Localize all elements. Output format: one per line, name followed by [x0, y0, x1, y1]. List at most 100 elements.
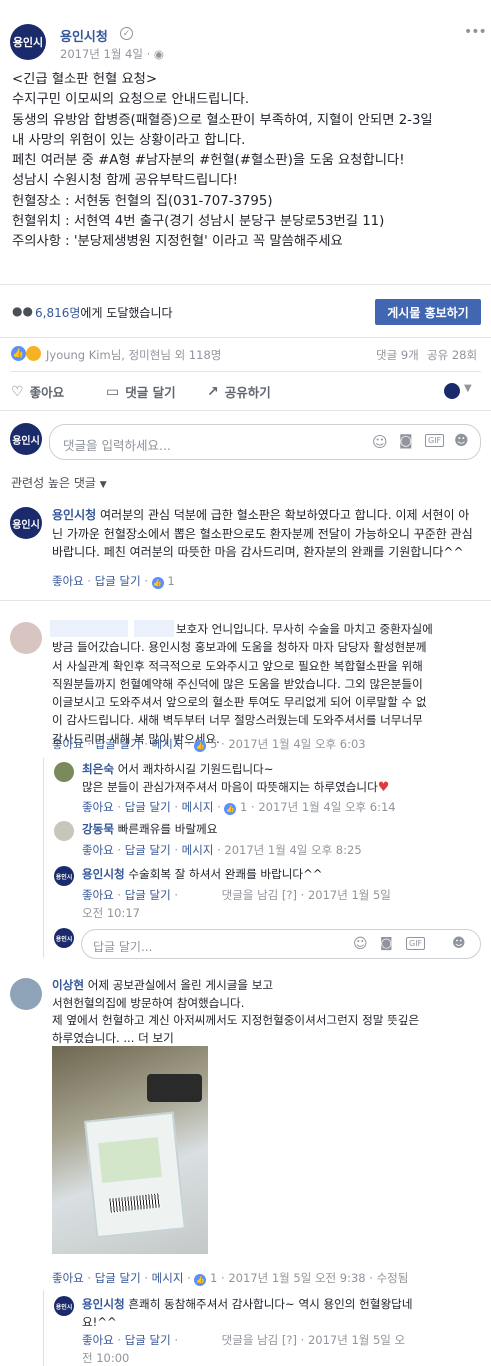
reach-text: 6,816명에게 도달했습니다 — [35, 306, 173, 320]
comment-time[interactable]: 2017년 1월 4일 오후 6:03 — [228, 737, 365, 751]
reply-author[interactable]: 용인시청 — [82, 1297, 125, 1311]
reply-time[interactable]: 2017년 1월 4일 오후 8:25 — [224, 843, 361, 857]
reply-body: 최은숙 어서 쾌차하시길 기원드립니다~ 많은 분들이 관심가져주셔서 마음이 … — [82, 762, 390, 795]
sad-reaction-icon[interactable] — [26, 346, 41, 361]
reply-reply-link[interactable]: 답글 달기 — [125, 800, 171, 814]
reply-time[interactable]: 2017년 1월 5일 — [308, 888, 391, 902]
comments-count[interactable]: 댓글 9개 — [376, 347, 419, 363]
comment-text-line: 직원분들까지 헌혈예약해 주신덕에 많은 도움을 받았습니다. 그외 많은분들이 — [52, 676, 423, 691]
reply-reply-link[interactable]: 답글 달기 — [125, 888, 171, 902]
comment-like-link[interactable]: 좋아요 — [52, 574, 84, 588]
share-button[interactable]: ↗ 공유하기 — [207, 382, 271, 401]
reply-like-link[interactable]: 좋아요 — [82, 843, 114, 857]
commenter-avatar[interactable] — [10, 622, 42, 654]
reply-actions: 좋아요 · 답글 달기 · 메시지 · 2017년 1월 4일 오후 8:25 — [82, 843, 362, 857]
shares-count[interactable]: 공유 28회 — [427, 347, 477, 363]
gif-icon[interactable]: GIF — [406, 937, 426, 950]
reach-count[interactable]: 6,816명 — [35, 306, 80, 320]
comment-avatar[interactable]: 용인시 — [10, 507, 42, 539]
boost-post-button[interactable]: 게시물 홍보하기 — [375, 299, 481, 325]
comment-author[interactable]: 용인시청 — [52, 508, 96, 522]
post-line: 수지구민 이모씨의 요청으로 안내드립니다. — [12, 92, 250, 108]
thread-line — [43, 758, 44, 958]
comment-reply-link[interactable]: 답글 달기 — [95, 737, 141, 751]
comment-like-link[interactable]: 좋아요 — [52, 737, 84, 751]
emoji-icon[interactable]: ☺ — [372, 433, 388, 451]
gif-icon[interactable]: GIF — [425, 434, 445, 447]
share-arrow-icon: ↗ — [207, 383, 219, 400]
reply-avatar[interactable] — [54, 821, 74, 841]
comment-message-link[interactable]: 메시지 — [152, 737, 184, 751]
reaction-thumb-icon: 👍 — [151, 577, 164, 589]
reply-time-cont[interactable]: 오전 10:17 — [82, 906, 140, 920]
comment-placeholder: 댓글을 입력하세요... — [63, 438, 171, 453]
post-line: <긴급 혈소판 헌혈 요청> — [12, 72, 158, 87]
verified-badge-icon: ✓ — [120, 27, 133, 40]
reply-author[interactable]: 강동묵 — [82, 822, 114, 836]
comment-text: 여러분의 관심 덕분에 급한 혈소판은 확보하였다고 합니다. 이제 서현이 아… — [52, 508, 473, 559]
people-icon: ●● — [12, 304, 33, 318]
camera-icon[interactable]: ◙ — [399, 433, 413, 449]
reply-time[interactable]: 2017년 1월 4일 오후 6:14 — [258, 800, 395, 814]
comment-time[interactable]: 2017년 1월 5일 오전 9:38 — [228, 1271, 365, 1285]
more-options-icon[interactable]: ••• — [464, 24, 487, 40]
sticker-icon[interactable]: ☻ — [454, 433, 469, 449]
reply-time-cont[interactable]: 전 10:00 — [82, 1351, 129, 1365]
comment-actions: 좋아요 · 답글 달기 · 👍 1 — [52, 574, 175, 589]
reaction-thumb-icon: 👍 — [194, 1274, 207, 1286]
reply-avatar[interactable]: 용인시 — [54, 866, 74, 886]
post-line: 헌혈장소 : 서현동 헌혈의 집(031-707-3795) — [12, 193, 273, 209]
page-name[interactable]: 용인시청 — [60, 26, 108, 45]
comment-like-link[interactable]: 좋아요 — [52, 1271, 84, 1285]
reply-like-link[interactable]: 좋아요 — [82, 1333, 114, 1347]
reply-body: 용인시청 수술회복 잘 하셔서 완쾌를 바랍니다^^ — [82, 867, 323, 881]
post-line: 동생의 유방암 합병증(패혈증)으로 혈소판이 부족하여, 지혈이 안되면 2-… — [12, 112, 433, 128]
reply-avatar[interactable]: 용인시 — [54, 1296, 74, 1316]
reply-reply-link[interactable]: 답글 달기 — [125, 843, 171, 857]
comment-message-link[interactable]: 메시지 — [152, 1271, 184, 1285]
comment-sort-dropdown[interactable]: 관련성 높은 댓글 ▼ — [11, 474, 107, 491]
comment-text-line: 서 사실관계 확인후 적극적으로 도와주시고 앞으로 필요한 복합혈소판을 위해 — [52, 658, 423, 673]
comment-reply-link[interactable]: 답글 달기 — [95, 1271, 141, 1285]
comment-text-line: 보호자 언니입니다. 무사히 수술을 마치고 중환자실에 — [176, 622, 433, 636]
comment-actions: 좋아요 · 답글 달기 · 메시지 · 👍 1 · 2017년 1월 5일 오전… — [52, 1271, 409, 1286]
globe-icon: ◉ — [153, 47, 164, 61]
camera-icon[interactable]: ◙ — [380, 936, 393, 951]
comment-text-line: 이 감사드립니다. 새해 벽두부터 너무 절망스러웠는데 도와주셔서를 너무너무 — [52, 713, 423, 728]
reply-message-link[interactable]: 메시지 — [182, 800, 214, 814]
comment-button[interactable]: ▭ 댓글 달기 — [106, 382, 176, 401]
page-avatar[interactable]: 용인시 — [10, 24, 46, 60]
comment-photo[interactable] — [52, 1046, 208, 1254]
reply-author[interactable]: 최은숙 — [82, 762, 114, 776]
like-button[interactable]: ♡ 좋아요 — [11, 382, 64, 401]
comment-icon: ▭ — [106, 383, 120, 400]
comment-author[interactable]: 이상현 — [52, 978, 84, 992]
comment-reply-link[interactable]: 답글 달기 — [95, 574, 141, 588]
comment-text-line: 이글보시고 도와주셔서 앞으로의 혈소판 투여도 무리없게 되어 이루말할 수 … — [52, 695, 427, 710]
reply-status: 댓글을 남김 [?] — [221, 1333, 297, 1347]
reply-reply-link[interactable]: 답글 달기 — [125, 1333, 171, 1347]
emoji-icon[interactable]: ☺ — [353, 936, 368, 952]
chevron-down-icon[interactable]: ▼ — [464, 383, 472, 394]
sticker-icon[interactable]: ☻ — [452, 936, 466, 951]
comment-body: 이상현 어제 공보관실에서 올린 게시글을 보고 서현헌혈의집에 방문하여 참여… — [52, 978, 420, 1045]
edited-label[interactable]: 수정됨 — [377, 1271, 409, 1285]
reply-avatar[interactable] — [54, 762, 74, 782]
reply-input[interactable]: 답글 달기... ☺ ◙ GIF ☻ — [81, 929, 481, 959]
reply-like-link[interactable]: 좋아요 — [82, 800, 114, 814]
page-selector-avatar[interactable] — [444, 383, 460, 399]
reply-author[interactable]: 용인시청 — [82, 867, 125, 881]
reply-time[interactable]: 2017년 1월 5일 오 — [308, 1333, 405, 1347]
reply-like-link[interactable]: 좋아요 — [82, 888, 114, 902]
like-reaction-icon[interactable]: 👍 — [11, 346, 26, 361]
comment-input[interactable]: 댓글을 입력하세요... ☺ ◙ GIF ☻ — [49, 424, 481, 460]
reply-body: 용인시청 흔쾌히 동참해주셔서 감사합니다~ 역시 용인의 헌혈왕답네 요!^^ — [82, 1297, 413, 1329]
reaction-names[interactable]: Jyoung Kim님, 정미현님 외 118명 — [46, 347, 221, 363]
comment-text-line: 방금 들어갔습니다. 용인시청 홍보과에 도움을 청하자 마자 담당자 활성현분… — [52, 640, 427, 655]
post-date[interactable]: 2017년 1월 4일 · ◉ — [60, 46, 164, 62]
composer-avatar: 용인시 — [10, 423, 42, 455]
reply-actions: 좋아요 · 답글 달기 · 댓글을 남김 [?] · 2017년 1월 5일 오… — [82, 1333, 406, 1365]
commenter-avatar[interactable] — [10, 978, 42, 1010]
reply-message-link[interactable]: 메시지 — [182, 843, 214, 857]
post-line: 성남시 수원시청 함께 공유부탁드립니다! — [12, 173, 238, 189]
